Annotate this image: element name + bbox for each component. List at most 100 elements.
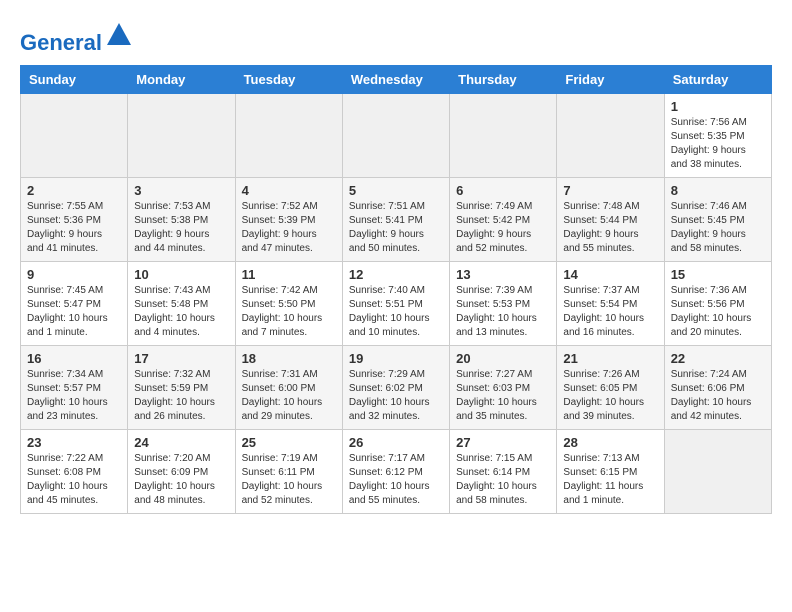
calendar-cell: [664, 430, 771, 514]
calendar-cell: [21, 94, 128, 178]
logo-general: General: [20, 30, 102, 55]
calendar-cell: 1 Sunrise: 7:56 AM Sunset: 5:35 PM Daylig…: [664, 94, 771, 178]
logo-text: General: [20, 20, 134, 55]
calendar-cell: [128, 94, 235, 178]
day-info: Sunrise: 7:39 AM Sunset: 5:53 PM Dayligh…: [456, 284, 550, 340]
day-info: Sunrise: 7:56 AM Sunset: 5:35 PM Dayligh…: [671, 116, 765, 172]
day-number: 18: [242, 351, 336, 366]
day-number: 4: [242, 183, 336, 198]
day-number: 5: [349, 183, 443, 198]
day-info: Sunrise: 7:13 AM Sunset: 6:15 PM Dayligh…: [563, 452, 657, 508]
day-number: 12: [349, 267, 443, 282]
calendar-cell: 10Sunrise: 7:43 AM Sunset: 5:48 PM Dayli…: [128, 262, 235, 346]
day-info: Sunrise: 7:52 AM Sunset: 5:39 PM Dayligh…: [242, 200, 336, 256]
day-number: 16: [27, 351, 121, 366]
calendar-cell: 3Sunrise: 7:53 AM Sunset: 5:38 PM Daylig…: [128, 178, 235, 262]
calendar-cell: 25 Sunrise: 7:19 AM Sunset: 6:11 PM Dayli…: [235, 430, 342, 514]
day-info: Sunrise: 7:34 AM Sunset: 5:57 PM Dayligh…: [27, 368, 121, 424]
calendar-cell: 5 Sunrise: 7:51 AM Sunset: 5:41 PM Daylig…: [342, 178, 449, 262]
calendar-header-wednesday: Wednesday: [342, 66, 449, 94]
day-number: 13: [456, 267, 550, 282]
day-number: 8: [671, 183, 765, 198]
day-number: 19: [349, 351, 443, 366]
calendar-cell: [235, 94, 342, 178]
day-number: 25: [242, 435, 336, 450]
day-info: Sunrise: 7:15 AM Sunset: 6:14 PM Dayligh…: [456, 452, 550, 508]
calendar-cell: 15 Sunrise: 7:36 AM Sunset: 5:56 PM Dayli…: [664, 262, 771, 346]
day-number: 28: [563, 435, 657, 450]
day-info: Sunrise: 7:55 AM Sunset: 5:36 PM Dayligh…: [27, 200, 121, 256]
day-info: Sunrise: 7:29 AM Sunset: 6:02 PM Dayligh…: [349, 368, 443, 424]
calendar-header-sunday: Sunday: [21, 66, 128, 94]
day-number: 7: [563, 183, 657, 198]
calendar-cell: 20 Sunrise: 7:27 AM Sunset: 6:03 PM Dayli…: [450, 346, 557, 430]
day-info: Sunrise: 7:46 AM Sunset: 5:45 PM Dayligh…: [671, 200, 765, 256]
day-info: Sunrise: 7:42 AM Sunset: 5:50 PM Dayligh…: [242, 284, 336, 340]
calendar-cell: 23 Sunrise: 7:22 AM Sunset: 6:08 PM Dayli…: [21, 430, 128, 514]
calendar-cell: 28 Sunrise: 7:13 AM Sunset: 6:15 PM Dayli…: [557, 430, 664, 514]
calendar-cell: 4 Sunrise: 7:52 AM Sunset: 5:39 PM Daylig…: [235, 178, 342, 262]
calendar-header-tuesday: Tuesday: [235, 66, 342, 94]
calendar-cell: 27 Sunrise: 7:15 AM Sunset: 6:14 PM Dayli…: [450, 430, 557, 514]
calendar-header-monday: Monday: [128, 66, 235, 94]
calendar-cell: 17 Sunrise: 7:32 AM Sunset: 5:59 PM Dayli…: [128, 346, 235, 430]
calendar-cell: 9Sunrise: 7:45 AM Sunset: 5:47 PM Daylig…: [21, 262, 128, 346]
day-info: Sunrise: 7:48 AM Sunset: 5:44 PM Dayligh…: [563, 200, 657, 256]
day-number: 1: [671, 99, 765, 114]
calendar-cell: [557, 94, 664, 178]
calendar-cell: 6 Sunrise: 7:49 AM Sunset: 5:42 PM Daylig…: [450, 178, 557, 262]
day-info: Sunrise: 7:20 AM Sunset: 6:09 PM Dayligh…: [134, 452, 228, 508]
day-info: Sunrise: 7:19 AM Sunset: 6:11 PM Dayligh…: [242, 452, 336, 508]
day-info: Sunrise: 7:37 AM Sunset: 5:54 PM Dayligh…: [563, 284, 657, 340]
day-number: 20: [456, 351, 550, 366]
day-info: Sunrise: 7:31 AM Sunset: 6:00 PM Dayligh…: [242, 368, 336, 424]
day-info: Sunrise: 7:24 AM Sunset: 6:06 PM Dayligh…: [671, 368, 765, 424]
calendar-week-row: 1 Sunrise: 7:56 AM Sunset: 5:35 PM Daylig…: [21, 94, 772, 178]
calendar-cell: [342, 94, 449, 178]
calendar-week-row: 16 Sunrise: 7:34 AM Sunset: 5:57 PM Dayli…: [21, 346, 772, 430]
calendar-header-saturday: Saturday: [664, 66, 771, 94]
calendar-header-row: SundayMondayTuesdayWednesdayThursdayFrid…: [21, 66, 772, 94]
calendar-week-row: 23 Sunrise: 7:22 AM Sunset: 6:08 PM Dayli…: [21, 430, 772, 514]
calendar-cell: 7 Sunrise: 7:48 AM Sunset: 5:44 PM Daylig…: [557, 178, 664, 262]
day-info: Sunrise: 7:40 AM Sunset: 5:51 PM Dayligh…: [349, 284, 443, 340]
calendar-week-row: 9Sunrise: 7:45 AM Sunset: 5:47 PM Daylig…: [21, 262, 772, 346]
page-header: General: [20, 20, 772, 55]
day-number: 15: [671, 267, 765, 282]
calendar-cell: 8 Sunrise: 7:46 AM Sunset: 5:45 PM Daylig…: [664, 178, 771, 262]
day-info: Sunrise: 7:22 AM Sunset: 6:08 PM Dayligh…: [27, 452, 121, 508]
day-number: 23: [27, 435, 121, 450]
day-number: 26: [349, 435, 443, 450]
day-info: Sunrise: 7:51 AM Sunset: 5:41 PM Dayligh…: [349, 200, 443, 256]
calendar-cell: 16 Sunrise: 7:34 AM Sunset: 5:57 PM Dayli…: [21, 346, 128, 430]
day-info: Sunrise: 7:43 AM Sunset: 5:48 PM Dayligh…: [134, 284, 228, 340]
day-number: 14: [563, 267, 657, 282]
calendar-cell: 21Sunrise: 7:26 AM Sunset: 6:05 PM Dayli…: [557, 346, 664, 430]
day-info: Sunrise: 7:36 AM Sunset: 5:56 PM Dayligh…: [671, 284, 765, 340]
day-number: 24: [134, 435, 228, 450]
day-info: Sunrise: 7:32 AM Sunset: 5:59 PM Dayligh…: [134, 368, 228, 424]
calendar-cell: 19 Sunrise: 7:29 AM Sunset: 6:02 PM Dayli…: [342, 346, 449, 430]
day-number: 27: [456, 435, 550, 450]
day-number: 22: [671, 351, 765, 366]
day-number: 3: [134, 183, 228, 198]
calendar-cell: 12 Sunrise: 7:40 AM Sunset: 5:51 PM Dayli…: [342, 262, 449, 346]
calendar-header-friday: Friday: [557, 66, 664, 94]
day-number: 21: [563, 351, 657, 366]
calendar-table: SundayMondayTuesdayWednesdayThursdayFrid…: [20, 65, 772, 514]
day-info: Sunrise: 7:49 AM Sunset: 5:42 PM Dayligh…: [456, 200, 550, 256]
calendar-cell: 13 Sunrise: 7:39 AM Sunset: 5:53 PM Dayli…: [450, 262, 557, 346]
calendar-cell: 18 Sunrise: 7:31 AM Sunset: 6:00 PM Dayli…: [235, 346, 342, 430]
calendar-week-row: 2 Sunrise: 7:55 AM Sunset: 5:36 PM Daylig…: [21, 178, 772, 262]
day-info: Sunrise: 7:17 AM Sunset: 6:12 PM Dayligh…: [349, 452, 443, 508]
day-info: Sunrise: 7:27 AM Sunset: 6:03 PM Dayligh…: [456, 368, 550, 424]
calendar-cell: 14 Sunrise: 7:37 AM Sunset: 5:54 PM Dayli…: [557, 262, 664, 346]
calendar-cell: 26 Sunrise: 7:17 AM Sunset: 6:12 PM Dayli…: [342, 430, 449, 514]
calendar-cell: [450, 94, 557, 178]
day-number: 6: [456, 183, 550, 198]
day-number: 17: [134, 351, 228, 366]
calendar-cell: 2 Sunrise: 7:55 AM Sunset: 5:36 PM Daylig…: [21, 178, 128, 262]
calendar-header-thursday: Thursday: [450, 66, 557, 94]
day-number: 2: [27, 183, 121, 198]
calendar-cell: 22 Sunrise: 7:24 AM Sunset: 6:06 PM Dayli…: [664, 346, 771, 430]
